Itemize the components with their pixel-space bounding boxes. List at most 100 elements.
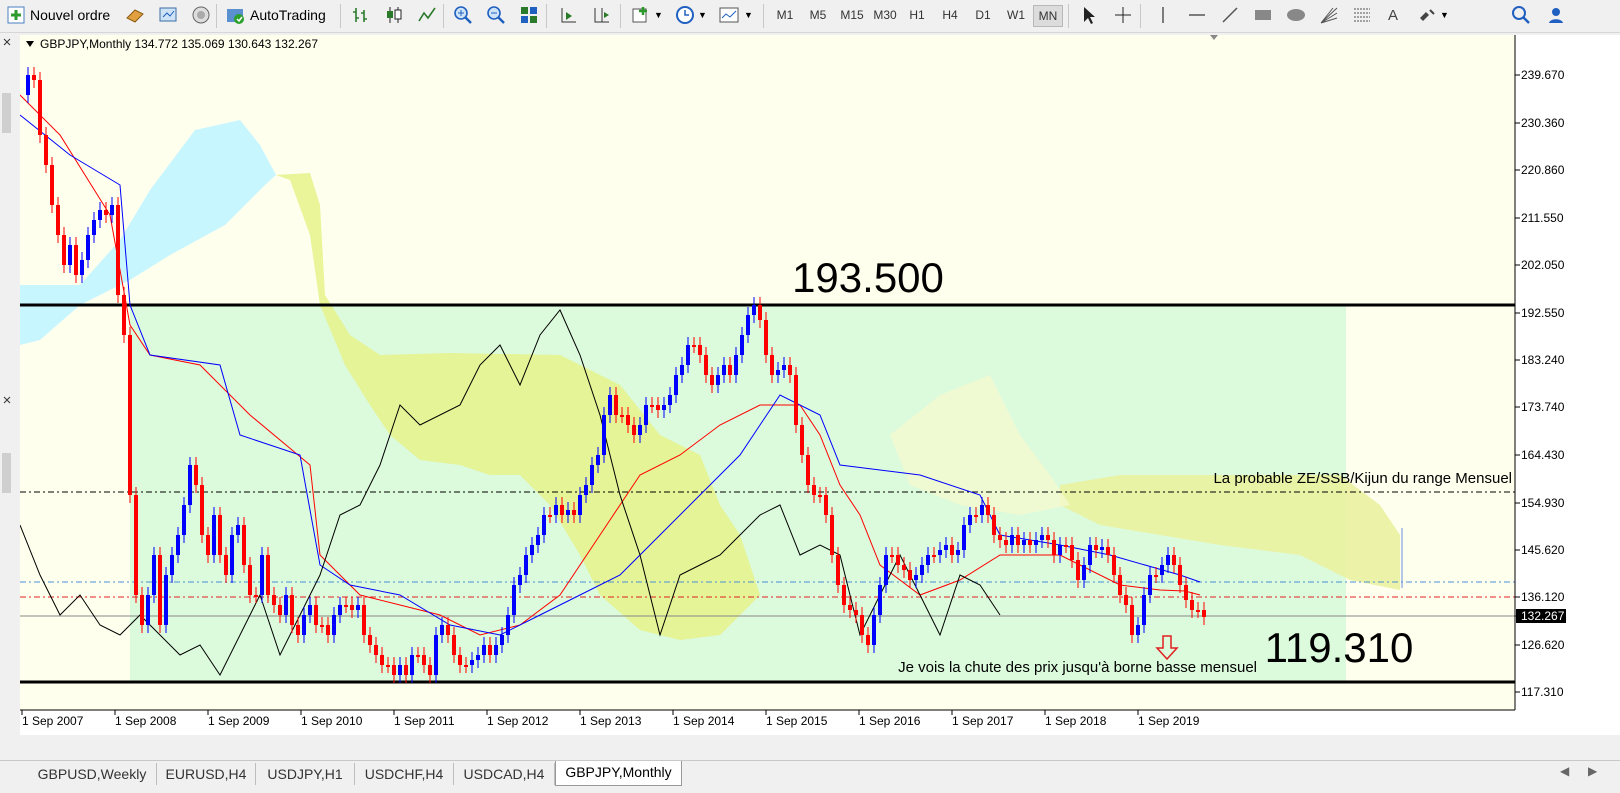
chart-window[interactable]: 193.500 119.310 La probable ZE/SSB/Kijun…: [19, 35, 1620, 735]
tab-usdjpy-h1[interactable]: USDJPY,H1: [256, 763, 355, 785]
line-chart-icon[interactable]: [416, 4, 438, 26]
tab-usdchf-h4[interactable]: USDCHF,H4: [355, 763, 454, 785]
candle-body: [1136, 625, 1140, 635]
data-window-icon[interactable]: [157, 4, 179, 26]
candle-body: [602, 415, 606, 455]
text-tool-icon[interactable]: A: [1388, 3, 1398, 27]
fibonacci-fan-icon[interactable]: [1318, 4, 1340, 26]
chart-shift-icon[interactable]: [591, 4, 613, 26]
timeframe-w1[interactable]: W1: [1001, 5, 1031, 25]
tile-windows-icon[interactable]: [518, 4, 540, 26]
date-tick-label: 1 Sep 2014: [673, 714, 735, 728]
vertical-line-icon[interactable]: [1152, 4, 1174, 26]
zoom-out-icon[interactable]: [485, 4, 507, 26]
candle-body: [116, 205, 120, 295]
candle-body: [428, 665, 432, 675]
candle-body: [212, 515, 216, 555]
candle-body: [272, 595, 276, 605]
search-icon[interactable]: [1510, 4, 1532, 26]
price-axis[interactable]: [1515, 35, 1620, 735]
candle-body: [536, 535, 540, 545]
candlestick-chart-icon[interactable]: [383, 4, 405, 26]
candle-body: [278, 605, 282, 615]
cursor-icon[interactable]: [1078, 4, 1100, 26]
date-tick-label: 1 Sep 2017: [952, 714, 1014, 728]
periods-clock-icon[interactable]: [674, 4, 696, 26]
horizontal-line-icon[interactable]: [1186, 4, 1208, 26]
price-tick-label: 154.930: [1521, 496, 1565, 510]
timeframe-d1[interactable]: D1: [968, 5, 998, 25]
timeframe-m1[interactable]: M1: [770, 5, 800, 25]
candle-body: [614, 395, 618, 415]
indicators-icon[interactable]: [630, 4, 652, 26]
candle-body: [98, 210, 102, 220]
timeframe-h1[interactable]: H1: [902, 5, 932, 25]
candle-body: [392, 665, 396, 675]
fibonacci-retracement-icon[interactable]: [1351, 4, 1373, 26]
candle-body: [644, 405, 648, 425]
chevron-down-icon[interactable]: ▼: [698, 3, 707, 27]
crosshair-icon[interactable]: [1112, 4, 1134, 26]
chevron-down-icon[interactable]: ▼: [1440, 3, 1449, 27]
candle-body: [506, 615, 510, 635]
candle-body: [500, 635, 504, 645]
timeframe-m15[interactable]: M15: [836, 5, 868, 25]
candle-body: [284, 595, 288, 615]
chevron-down-icon[interactable]: ▼: [744, 3, 753, 27]
auto-scroll-icon[interactable]: [558, 4, 580, 26]
tab-gbpusd-weekly[interactable]: GBPUSD,Weekly: [28, 763, 157, 785]
candle-body: [1028, 540, 1032, 545]
trendline-icon[interactable]: [1219, 4, 1241, 26]
more-tools-icon[interactable]: [1545, 4, 1567, 26]
candle-body: [908, 570, 912, 580]
candle-body: [218, 515, 222, 555]
templates-icon[interactable]: [718, 4, 740, 26]
navigator-icon[interactable]: [190, 4, 212, 26]
timeframe-m30[interactable]: M30: [869, 5, 901, 25]
candle-body: [176, 535, 180, 555]
candle-body: [368, 635, 372, 645]
candle-body: [74, 245, 78, 275]
candle-body: [110, 205, 114, 215]
tab-scroll-right-icon[interactable]: ▶: [1588, 764, 1597, 778]
ellipse-icon[interactable]: [1285, 4, 1307, 26]
tab-usdcad-h4[interactable]: USDCAD,H4: [454, 763, 555, 785]
candle-body: [1052, 540, 1056, 555]
candle-body: [572, 510, 576, 515]
rectangle-icon[interactable]: [1252, 4, 1274, 26]
candle-body: [932, 555, 936, 557]
candle-body: [458, 655, 462, 665]
arrows-icon[interactable]: [1416, 4, 1438, 26]
candle-body: [68, 245, 72, 265]
candle-body: [1076, 560, 1080, 580]
candle-body: [542, 515, 546, 535]
candle-body: [1202, 610, 1206, 617]
bar-chart-icon[interactable]: [350, 4, 372, 26]
candle-body: [1130, 605, 1134, 635]
new-order-button[interactable]: Nouvel ordre: [30, 3, 110, 27]
candle-body: [950, 545, 954, 555]
timeframe-m5[interactable]: M5: [803, 5, 833, 25]
candle-body: [380, 655, 384, 665]
candle-body: [1082, 565, 1086, 580]
candle-body: [356, 605, 360, 610]
price-tick-label: 230.360: [1521, 116, 1565, 130]
candle-body: [740, 335, 744, 355]
tab-gbpjpy-monthly[interactable]: GBPJPY,Monthly: [555, 761, 682, 786]
candle-body: [1016, 535, 1020, 545]
timeframe-mn[interactable]: MN: [1033, 5, 1063, 27]
tab-scroll-left-icon[interactable]: ◀: [1560, 764, 1569, 778]
price-tick-label: 202.050: [1521, 258, 1565, 272]
candle-body: [710, 375, 714, 385]
candle-body: [728, 365, 732, 375]
candle-body: [560, 505, 564, 515]
candle-body: [692, 345, 696, 347]
tab-eurusd-h4[interactable]: EURUSD,H4: [157, 763, 256, 785]
candle-body: [1118, 575, 1122, 595]
autotrading-button[interactable]: AutoTrading: [250, 3, 326, 27]
candle-body: [794, 375, 798, 425]
timeframe-h4[interactable]: H4: [935, 5, 965, 25]
chevron-down-icon[interactable]: ▼: [654, 3, 663, 27]
zoom-in-icon[interactable]: [452, 4, 474, 26]
market-watch-icon[interactable]: [124, 4, 146, 26]
